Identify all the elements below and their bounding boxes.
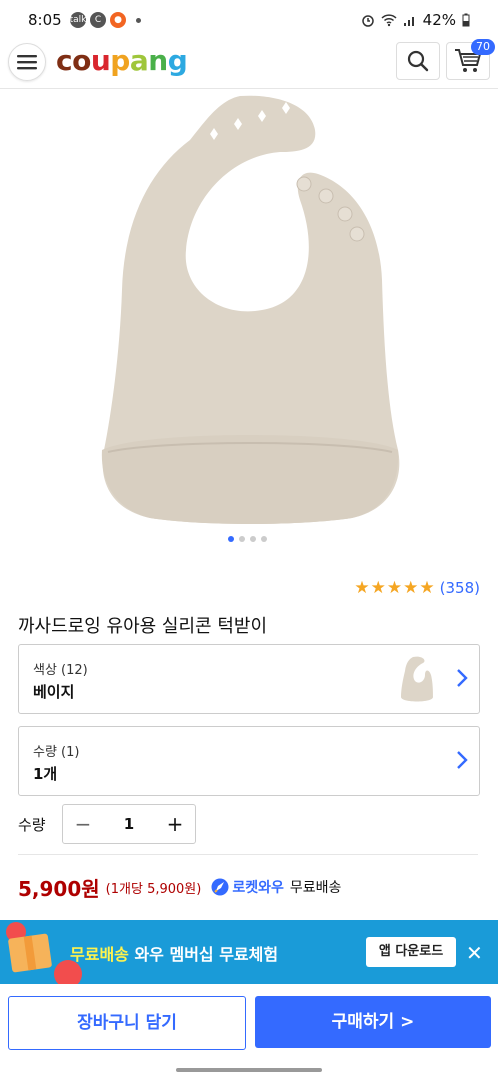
bottom-action-bar: 장바구니 담기 구매하기 >: [0, 984, 498, 1080]
quantity-option-selector[interactable]: 수량 (1) 1개: [18, 726, 480, 796]
status-right: 42%: [361, 11, 470, 29]
rocket-wow-label: 로켓와우: [232, 880, 284, 896]
sale-price: 5,900원: [18, 876, 100, 901]
color-option-selector[interactable]: 색상 (12) 베이지: [18, 644, 480, 714]
star-icon: ★: [403, 578, 419, 598]
chevron-right-icon: [457, 751, 468, 769]
star-icon: ★: [354, 578, 370, 598]
increase-quantity-button[interactable]: +: [155, 805, 195, 843]
membership-promo-banner[interactable]: 무료배송 와우 멤버십 무료체험 앱 다운로드 ✕: [0, 920, 498, 984]
talk-icon: talk: [70, 12, 86, 28]
logo-letter: o: [72, 44, 91, 77]
pagination-dot[interactable]: [239, 536, 245, 542]
app-download-button[interactable]: 앱 다운로드: [366, 937, 456, 967]
bib-image: [101, 95, 400, 524]
quantity-row: 수량 − 1 +: [18, 804, 478, 844]
pagination-dot[interactable]: [250, 536, 256, 542]
quantity-stepper[interactable]: − 1 +: [62, 804, 196, 844]
alarm-icon: [361, 15, 374, 27]
rocket-icon: [211, 878, 229, 896]
product-image[interactable]: [0, 90, 498, 530]
promo-highlight: 무료배송: [70, 945, 129, 964]
quantity-option-label: 수량 (1): [33, 745, 80, 760]
logo-letter: n: [148, 44, 168, 77]
more-notifications-dot: [136, 17, 141, 23]
pagination-dot[interactable]: [261, 536, 267, 542]
promo-body: 와우 멤버십 무료체험: [128, 945, 279, 964]
battery-icon: [462, 13, 470, 27]
decrease-quantity-button[interactable]: −: [63, 805, 103, 843]
notification-icons: talk C ●: [70, 12, 141, 28]
battery-percent: 42%: [422, 11, 456, 29]
quantity-value[interactable]: 1: [107, 805, 151, 843]
logo-letter: g: [167, 44, 188, 77]
quantity-label: 수량: [18, 816, 46, 834]
price-row: 5,900원 (1개당 5,900원) 로켓와우 무료배송: [18, 872, 478, 902]
c-app-icon: C: [90, 12, 106, 28]
cart-count-badge: 70: [471, 39, 495, 55]
hamburger-icon: [17, 55, 37, 70]
divider: [18, 854, 478, 855]
search-button[interactable]: [396, 42, 440, 80]
unit-price: (1개당 5,900원): [105, 881, 202, 897]
logo-letter: p: [110, 44, 130, 77]
wifi-icon: [381, 14, 397, 27]
buy-now-button[interactable]: 구매하기 >: [255, 996, 491, 1048]
cart-button[interactable]: 70: [446, 39, 495, 80]
logo-letter: u: [90, 44, 111, 77]
menu-button[interactable]: [8, 43, 46, 81]
search-icon: [407, 50, 429, 72]
star-icon: ★: [386, 578, 403, 598]
status-time: 8:05: [28, 11, 62, 29]
close-icon[interactable]: ✕: [466, 941, 483, 965]
color-option-thumbnail: [401, 656, 433, 702]
color-option-label: 색상 (12): [33, 663, 88, 678]
quantity-option-value: 1개: [33, 765, 58, 783]
home-indicator[interactable]: [176, 1068, 322, 1072]
pagination-dot[interactable]: [228, 536, 234, 542]
logo-letter: a: [129, 44, 149, 77]
add-to-cart-button[interactable]: 장바구니 담기: [8, 996, 246, 1050]
product-title: 까사드로잉 유아용 실리콘 턱받이: [18, 616, 268, 637]
coupang-logo[interactable]: coupang: [56, 44, 188, 77]
image-pagination[interactable]: [228, 536, 267, 542]
product-rating[interactable]: ★ ★ ★ ★ ★ (358): [354, 578, 480, 598]
rating-count[interactable]: (358): [440, 579, 480, 597]
chevron-right-icon: [457, 669, 468, 687]
rocket-wow-badge: 로켓와우: [211, 877, 284, 897]
record-icon: ●: [110, 12, 126, 28]
app-header: coupang 70: [0, 39, 498, 89]
status-bar: 8:05 talk C ● 42%: [0, 0, 498, 40]
star-icon: ★: [370, 578, 386, 598]
promo-text: 무료배송 와우 멤버십 무료체험: [70, 941, 278, 965]
free-shipping-label: 무료배송: [289, 880, 342, 896]
logo-letter: c: [56, 44, 73, 77]
signal-icon: [403, 17, 414, 26]
color-option-value: 베이지: [33, 683, 75, 701]
star-icon: ★: [419, 578, 435, 598]
